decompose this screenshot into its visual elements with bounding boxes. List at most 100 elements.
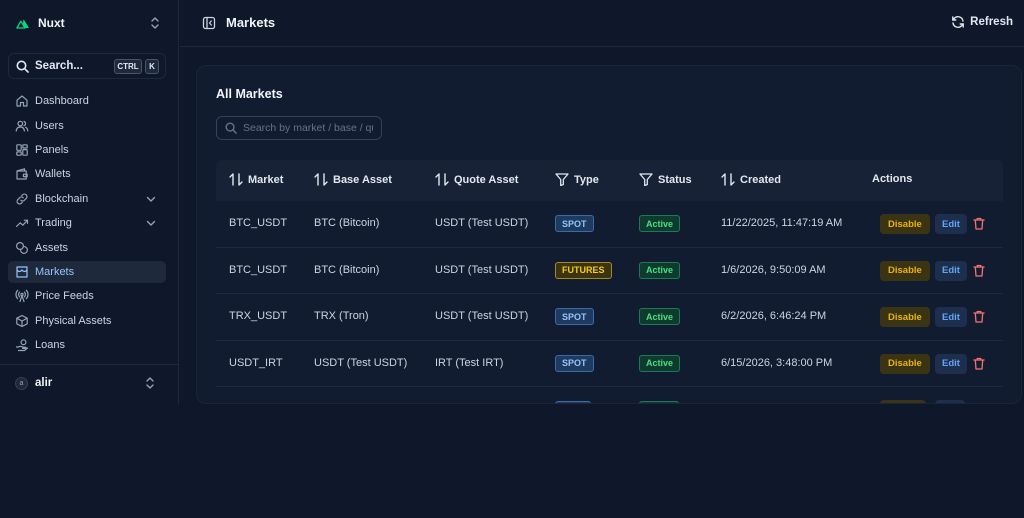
link-icon xyxy=(15,192,29,206)
type-badge: FUTURES xyxy=(555,261,612,279)
column-quote-asset[interactable]: Quote Asset xyxy=(435,173,518,186)
status-badge: Active xyxy=(639,215,681,232)
cell-market: BTC_USDT xyxy=(229,263,288,276)
cell-quote-asset: USDT (Test USDT) xyxy=(435,217,529,229)
sidebar-item-label: Wallets xyxy=(35,168,71,181)
status-badge: Active xyxy=(639,308,681,325)
column-market[interactable]: Market xyxy=(229,173,283,186)
trash-icon[interactable] xyxy=(973,217,985,230)
table-row[interactable]: BTC_USDT BTC (Bitcoin) USDT (Test USDT) … xyxy=(216,248,1003,294)
store-icon xyxy=(15,265,29,279)
column-status[interactable]: Status xyxy=(639,173,692,186)
edit-button[interactable]: Edit xyxy=(935,214,967,234)
trending-icon xyxy=(15,216,29,230)
sidebar-item-assets[interactable]: Assets xyxy=(8,236,166,259)
disable-button[interactable]: Disable xyxy=(880,214,930,234)
sidebar-item-users[interactable]: Users xyxy=(8,114,166,137)
trash-icon[interactable] xyxy=(973,357,985,370)
sidebar-item-physical-assets[interactable]: Physical Assets xyxy=(8,310,166,333)
sidebar-item-blockchain[interactable]: Blockchain xyxy=(8,188,166,211)
refresh-button[interactable]: Refresh xyxy=(951,15,1013,29)
sidebar-item-panels[interactable]: Panels xyxy=(8,139,166,162)
home-icon xyxy=(15,94,29,108)
sidebar-item-loans[interactable]: Loans xyxy=(8,334,166,357)
filter-icon xyxy=(639,173,658,186)
table-row[interactable]: BTC_USDT BTC (Bitcoin) USDT (Test USDT) … xyxy=(216,201,1003,248)
sidebar-item-label: Markets xyxy=(35,265,75,278)
markets-table: Market Base Asset Quote Asset Type Statu… xyxy=(216,160,1003,403)
markets-card: All Markets Market Base Asset Quote Asse… xyxy=(196,65,1022,404)
column-type[interactable]: Type xyxy=(555,173,599,186)
sidebar-item-price-feeds[interactable]: Price Feeds xyxy=(8,285,166,308)
cell-market: TRX_USDT xyxy=(229,310,288,322)
column-label: Quote Asset xyxy=(454,173,519,186)
disable-button[interactable]: Disable xyxy=(880,353,930,374)
type-badge xyxy=(555,401,591,403)
status-badge: Active xyxy=(639,261,681,279)
cell-created: 6/2/2026, 6:46:24 PM xyxy=(721,310,827,322)
table-row[interactable]: TRX_USDT TRX (Tron) USDT (Test USDT) SPO… xyxy=(216,294,1003,341)
disable-button[interactable]: Disable xyxy=(880,307,930,327)
column-label: Base Asset xyxy=(333,173,392,186)
column-label: Market xyxy=(248,173,284,186)
cell-base-asset: BTC (Bitcoin) xyxy=(314,217,380,229)
disable-button[interactable] xyxy=(880,400,926,403)
edit-button[interactable]: Edit xyxy=(935,307,967,327)
chevron-down-icon[interactable] xyxy=(145,217,157,229)
sidebar-item-trading[interactable]: Trading xyxy=(8,212,166,235)
sidebar-item-label: Users xyxy=(35,119,64,132)
cell-quote-asset: USDT (Test USDT) xyxy=(435,263,529,276)
brand-name: Nuxt xyxy=(38,16,65,30)
panel-left-icon[interactable] xyxy=(202,16,216,30)
sidebar-item-label: Physical Assets xyxy=(35,314,112,327)
table-row[interactable]: USDT_IRT USDT (Test USDT) IRT (Test IRT)… xyxy=(216,341,1003,387)
cell-base-asset: USDT (Test USDT) xyxy=(314,356,408,369)
avatar: a xyxy=(15,376,28,390)
sidebar-divider xyxy=(0,364,178,365)
sidebar-item-label: Loans xyxy=(35,339,65,352)
chevron-down-icon[interactable] xyxy=(145,193,157,205)
user-menu[interactable]: a alir xyxy=(8,372,166,394)
page-title: Markets xyxy=(226,15,276,30)
table-row[interactable] xyxy=(216,387,1003,403)
panels-icon xyxy=(15,143,29,157)
cell-quote-asset: USDT (Test USDT) xyxy=(435,310,529,322)
refresh-label: Refresh xyxy=(970,16,1013,28)
disable-button[interactable]: Disable xyxy=(880,260,930,281)
card-title: All Markets xyxy=(216,87,283,101)
column-base-asset[interactable]: Base Asset xyxy=(314,173,392,186)
coins-icon xyxy=(15,241,29,255)
search-button[interactable]: Search... CTRL K xyxy=(8,53,166,79)
team-switcher[interactable]: Nuxt xyxy=(8,10,171,36)
sidebar-item-label: Panels xyxy=(35,144,69,157)
market-search-field[interactable] xyxy=(216,116,382,140)
edit-button[interactable]: Edit xyxy=(935,260,967,281)
sidebar-item-label: Blockchain xyxy=(35,192,89,205)
trash-icon[interactable] xyxy=(973,310,985,323)
chevrons-up-down-icon xyxy=(149,16,161,30)
edit-button[interactable]: Edit xyxy=(935,353,967,374)
search-icon xyxy=(16,60,29,73)
column-actions: Actions xyxy=(872,173,912,185)
sidebar-item-markets[interactable]: Markets xyxy=(8,260,166,284)
search-label: Search... xyxy=(35,60,83,72)
cell-created: 6/15/2026, 3:48:00 PM xyxy=(721,356,833,369)
status-badge xyxy=(639,401,679,403)
market-search-input[interactable] xyxy=(243,122,373,134)
sidebar-item-wallets[interactable]: Wallets xyxy=(8,163,166,186)
edit-button[interactable] xyxy=(935,400,965,403)
column-label: Status xyxy=(658,173,692,186)
sidebar-item-dashboard[interactable]: Dashboard xyxy=(8,90,166,113)
filter-icon xyxy=(555,173,574,186)
radio-tower-icon xyxy=(15,289,29,303)
cell-quote-asset: IRT (Test IRT) xyxy=(435,356,504,369)
kbd-ctrl: CTRL xyxy=(114,59,142,74)
trash-icon[interactable] xyxy=(973,264,985,277)
page-header: Markets Refresh xyxy=(180,0,1024,47)
sort-icon xyxy=(229,173,248,186)
refresh-icon xyxy=(951,15,965,29)
sidebar-item-label: Trading xyxy=(35,217,72,230)
column-created[interactable]: Created xyxy=(721,173,781,186)
cell-created: 11/22/2025, 11:47:19 AM xyxy=(721,217,843,229)
chevrons-up-down-icon xyxy=(144,376,156,390)
